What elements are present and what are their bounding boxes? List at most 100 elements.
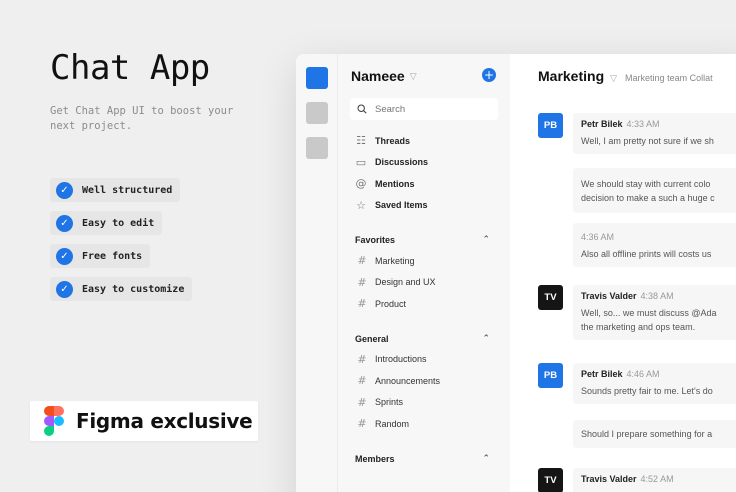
figma-exclusive-label: Figma exclusive: [76, 409, 253, 433]
workspace-switcher[interactable]: Nameee ▽: [350, 68, 498, 84]
message-time: 4:46 AM: [626, 369, 660, 379]
nav-item-saved-items[interactable]: ☆ Saved Items: [350, 195, 498, 217]
message-author[interactable]: Travis Valder: [581, 474, 637, 484]
hash-icon: #: [357, 254, 367, 268]
channel-description: Marketing team Collat: [625, 73, 713, 83]
avatar[interactable]: TV: [538, 285, 563, 310]
channel-label: Product: [375, 298, 407, 309]
nav-item-discussions[interactable]: ▭ Discussions: [350, 152, 498, 174]
workspace-button[interactable]: [305, 102, 328, 124]
hash-icon: #: [357, 374, 367, 388]
hash-icon: #: [357, 395, 367, 409]
chevron-down-icon: ▽: [409, 70, 417, 81]
message-text: We should stay with current colo: [581, 179, 711, 189]
message-bubble: We should stay with current colo decisio…: [573, 168, 736, 213]
chevron-up-icon: ⌃: [482, 235, 490, 245]
message-bubble: Petr Bilek 4:33 AM Well, I am pretty not …: [573, 113, 736, 154]
feature-list: ✓ Well structured ✓ Easy to edit ✓ Free …: [50, 178, 193, 310]
add-button[interactable]: +: [482, 68, 496, 82]
threads-icon: ☷: [356, 134, 366, 148]
channel-item[interactable]: # Sprints: [350, 392, 498, 414]
message-author[interactable]: Petr Bilek: [581, 119, 623, 129]
message-time: 4:52 AM: [640, 474, 674, 484]
message-time: 4:36 AM: [581, 232, 615, 242]
checkmark-icon: ✓: [56, 247, 73, 265]
feature-item: ✓ Free fonts: [50, 244, 151, 268]
feature-item: ✓ Easy to edit: [50, 211, 163, 235]
nav-label: Mentions: [375, 178, 415, 189]
nav-label: Threads: [375, 135, 411, 146]
section-title: General: [355, 333, 389, 344]
chevron-up-icon: ⌃: [482, 333, 490, 344]
avatar[interactable]: PB: [538, 113, 563, 138]
figma-badge: Figma exclusive: [30, 401, 258, 441]
section-title: Favorites: [355, 235, 396, 245]
channel-label: Design and UX: [375, 277, 436, 288]
promo-title: Chat App: [50, 48, 210, 88]
chat-app-window: Nameee ▽ + ☷ Threads ▭ Discussions @ Men…: [296, 54, 736, 492]
message-text: Well, so... we must discuss @Ada: [581, 308, 717, 318]
channel-title[interactable]: Marketing: [538, 68, 604, 84]
feature-item: ✓ Well structured: [50, 178, 181, 202]
checkmark-icon: ✓: [56, 280, 73, 298]
channel-header: Marketing ▽ Marketing team Collat: [538, 68, 736, 84]
message-time: 4:33 AM: [626, 119, 660, 129]
hash-icon: #: [357, 297, 367, 311]
search-input[interactable]: [375, 103, 485, 115]
channel-item[interactable]: # Random: [350, 413, 498, 435]
channel-label: Announcements: [375, 375, 441, 386]
workspace-button-active[interactable]: [305, 67, 328, 89]
channel-label: Introductions: [375, 354, 427, 365]
message-bubble: 4:36 AM Also all offline prints will cos…: [573, 223, 736, 267]
message-text: Well, I am pretty not sure if we sh: [581, 136, 714, 146]
search-box: [350, 98, 498, 120]
message-bubble: Travis Valder 4:38 AM Well, so... we must…: [573, 285, 736, 340]
section-favorites[interactable]: Favorites ⌃: [350, 230, 498, 250]
figma-logo-icon: [44, 406, 64, 436]
message-bubble: Petr Bilek 4:46 AM Sounds pretty fair to …: [573, 363, 736, 404]
message-author[interactable]: Petr Bilek: [581, 369, 623, 379]
chevron-down-icon[interactable]: ▽: [610, 73, 617, 84]
promo-subtitle: Get Chat App UI to boost your next proje…: [50, 105, 234, 132]
channel-item[interactable]: # Design and UX: [350, 272, 498, 294]
channel-item[interactable]: # Marketing: [350, 250, 498, 272]
section-general[interactable]: General ⌃: [350, 329, 498, 349]
nav-item-mentions[interactable]: @ Mentions: [350, 173, 498, 195]
message-pane: Marketing ▽ Marketing team Collat PB Pet…: [510, 54, 736, 492]
feature-label: Easy to customize: [82, 283, 185, 295]
section-title: Members: [355, 453, 395, 464]
chevron-up-icon: ⌃: [482, 453, 490, 464]
channel-item[interactable]: # Introductions: [350, 349, 498, 371]
message-text: Sounds pretty fair to me. Let's do: [581, 386, 713, 396]
channel-label: Random: [375, 418, 410, 429]
channel-item[interactable]: # Product: [350, 293, 498, 315]
channel-item[interactable]: # Announcements: [350, 370, 498, 392]
hash-icon: #: [357, 352, 367, 366]
checkmark-icon: ✓: [56, 181, 73, 199]
workspace-button[interactable]: [305, 137, 328, 159]
sidebar: Nameee ▽ + ☷ Threads ▭ Discussions @ Men…: [338, 54, 510, 492]
message-text: decision to make a such a huge c: [581, 193, 715, 203]
message-time: 4:38 AM: [640, 291, 674, 301]
feature-item: ✓ Easy to customize: [50, 277, 193, 301]
avatar[interactable]: TV: [538, 468, 563, 492]
channel-label: Marketing: [375, 255, 415, 266]
message-text: Also all offline prints will costs us: [581, 249, 712, 259]
nav-item-threads[interactable]: ☷ Threads: [350, 130, 498, 152]
message-bubble: Should I prepare something for a: [573, 420, 736, 448]
discussions-icon: ▭: [355, 155, 367, 169]
avatar[interactable]: PB: [538, 363, 563, 388]
message-text: Should I prepare something for a: [581, 429, 713, 439]
feature-label: Well structured: [82, 184, 173, 196]
nav-label: Saved Items: [375, 200, 428, 211]
hash-icon: #: [357, 417, 367, 431]
hash-icon: #: [357, 275, 367, 289]
feature-label: Free fonts: [82, 250, 143, 262]
channel-label: Sprints: [375, 397, 404, 408]
message-text: the marketing and ops team.: [581, 322, 696, 332]
section-members[interactable]: Members ⌃: [350, 449, 498, 469]
workspace-name: Nameee: [351, 68, 405, 84]
at-icon: @: [355, 177, 367, 191]
message-author[interactable]: Travis Valder: [581, 291, 637, 301]
star-icon: ☆: [356, 198, 366, 212]
